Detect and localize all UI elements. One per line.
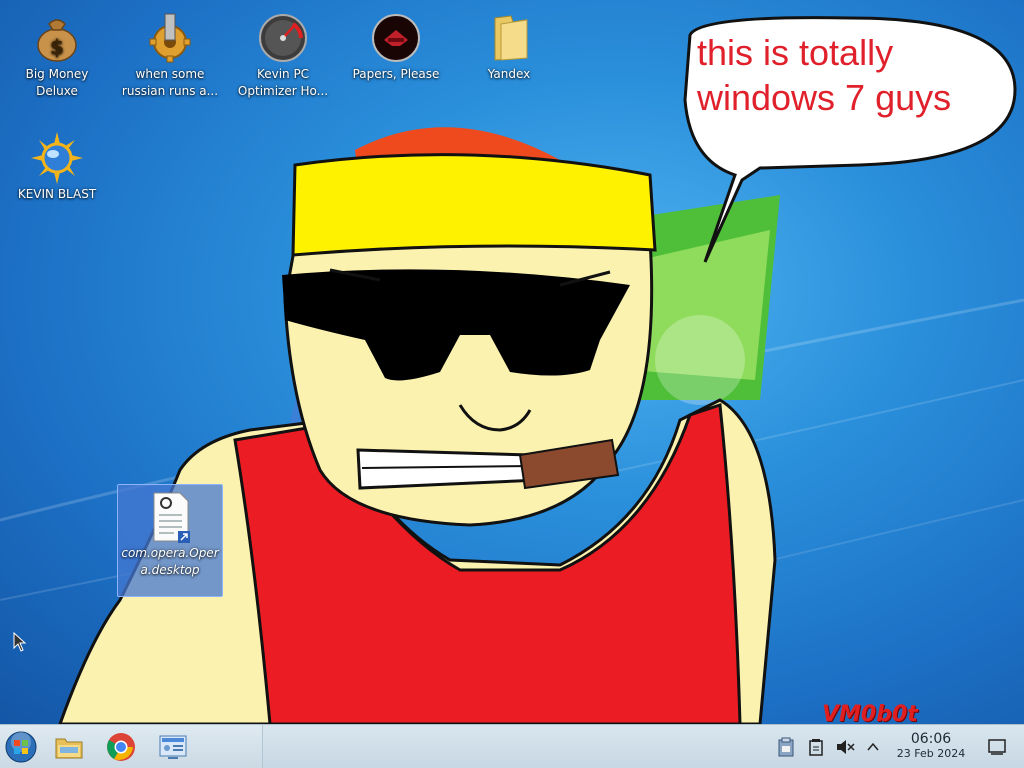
- desktop-icon-papers-please[interactable]: Papers, Please: [344, 6, 448, 83]
- mouse-cursor-icon: [13, 632, 27, 652]
- folder-icon: [494, 15, 528, 61]
- clock[interactable]: 06:06 23 Feb 2024: [888, 731, 974, 761]
- volume-muted-icon: [837, 740, 855, 754]
- desktop-icon-label: com.opera.Opera.desktop: [121, 546, 219, 577]
- speedometer-icon: [259, 14, 307, 62]
- speech-bubble-text: this is totally windows 7 guys: [697, 32, 952, 118]
- start-orb-icon: [5, 731, 37, 763]
- desktop-icon-label: KEVIN BLAST: [17, 187, 97, 201]
- start-button[interactable]: [4, 730, 38, 764]
- control-panel-button[interactable]: [156, 730, 190, 764]
- clock-date: 23 Feb 2024: [896, 747, 966, 760]
- desktop-icon-kevin-blast[interactable]: KEVIN BLAST: [5, 126, 109, 203]
- papers-please-icon: [372, 14, 420, 62]
- desktop-icon-label: Big Money Deluxe: [25, 67, 89, 98]
- desktop-icon-label: Kevin PC Optimizer Ho...: [237, 67, 329, 98]
- desktop-icon-big-money-deluxe[interactable]: $ Big Money Deluxe: [5, 6, 109, 100]
- watermark: VM0b0t: [822, 702, 918, 724]
- desktop-icon-opera-desktop[interactable]: com.opera.Opera.desktop: [117, 484, 223, 597]
- show-desktop-button[interactable]: [987, 737, 1007, 757]
- svg-text:$: $: [50, 35, 64, 59]
- clipboard-tray-button[interactable]: [776, 737, 796, 757]
- clock-time: 06:06: [910, 731, 952, 747]
- show-desktop-icon: [988, 739, 1006, 755]
- gear-icon: [149, 13, 191, 63]
- clipboard-icon: [778, 737, 794, 757]
- sun-globe-icon: [31, 132, 83, 184]
- taskbar: 06:06 23 Feb 2024: [0, 724, 1024, 768]
- desktop-icon-kevin-pc-optimizer[interactable]: Kevin PC Optimizer Ho...: [231, 6, 335, 100]
- control-panel-icon: [159, 735, 187, 759]
- desktop-file-icon: [153, 492, 190, 543]
- chrome-button[interactable]: [104, 730, 138, 764]
- chrome-icon: [107, 733, 135, 761]
- volume-tray-button[interactable]: [835, 737, 855, 757]
- file-manager-button[interactable]: [52, 730, 86, 764]
- file-manager-icon: [55, 738, 83, 759]
- tray-expand-button[interactable]: [863, 737, 883, 757]
- desktop-icon-label: Yandex: [487, 67, 531, 81]
- money-bag-icon: $: [37, 19, 77, 62]
- chevron-up-icon: [867, 742, 879, 751]
- removable-drive-icon: [809, 739, 823, 756]
- desktop-icon-label: when some russian runs a...: [121, 67, 219, 98]
- desktop-icon-yandex[interactable]: Yandex: [457, 6, 561, 83]
- desktop[interactable]: $ Big Money Deluxe when some russian run…: [0, 0, 1024, 724]
- removable-drive-tray-button[interactable]: [806, 737, 826, 757]
- desktop-icon-russian[interactable]: when some russian runs a...: [118, 6, 222, 100]
- desktop-icon-label: Papers, Please: [352, 67, 440, 81]
